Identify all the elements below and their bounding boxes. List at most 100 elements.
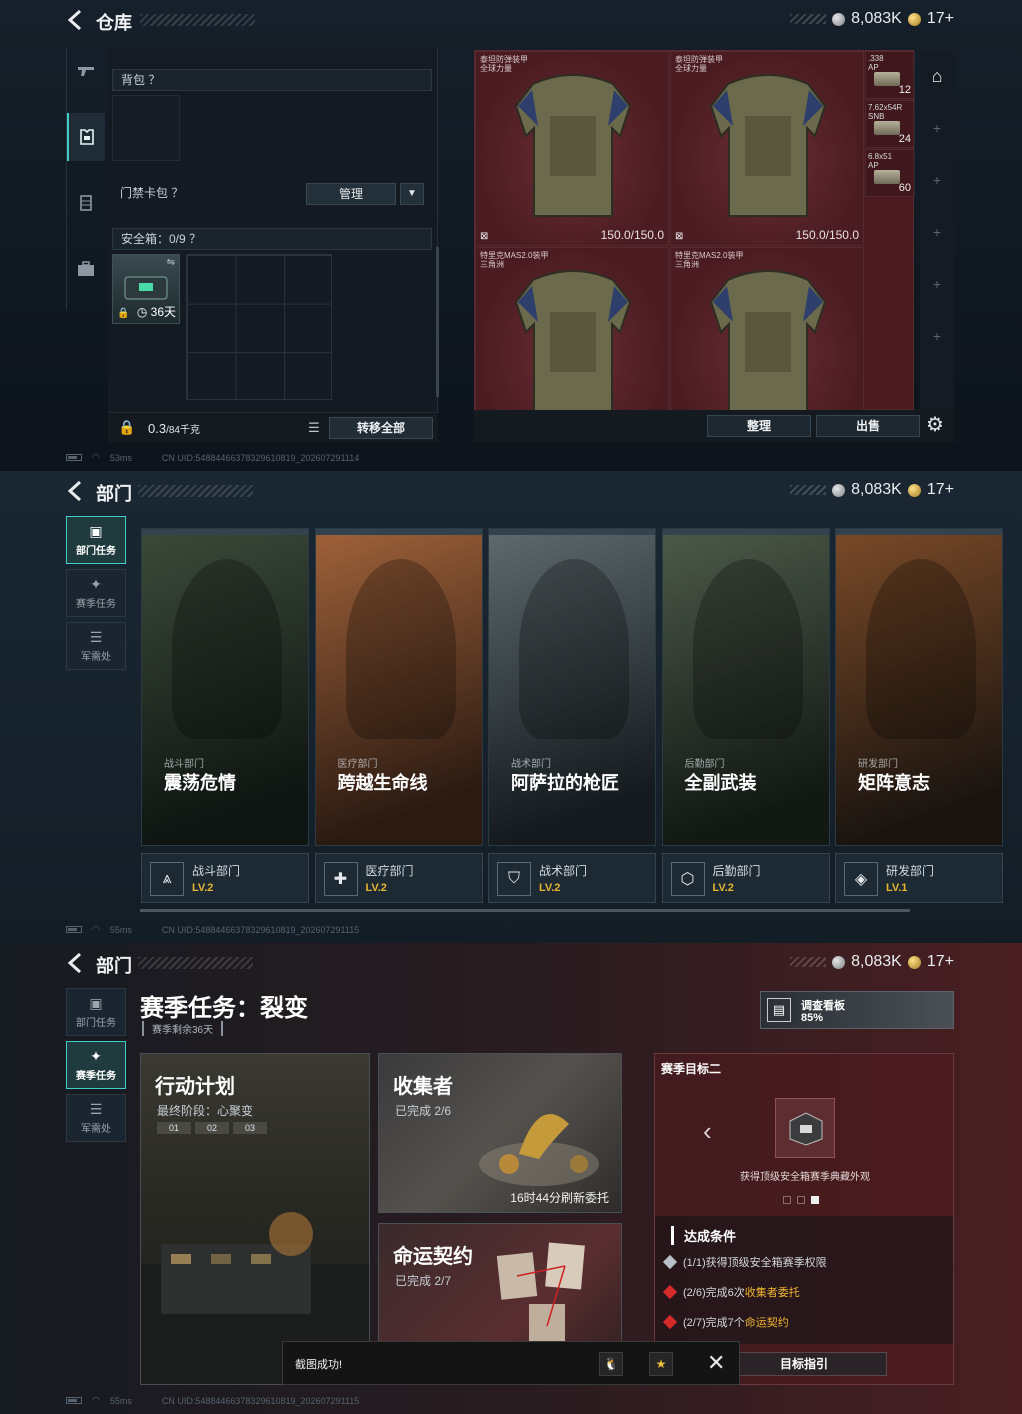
department-task-name: 震荡危情 [164,773,236,793]
ammo-box-icon [874,72,900,86]
gold-amount[interactable]: 17+ [927,953,954,971]
chevron-down-icon[interactable]: ▼ [400,183,424,205]
task-card-collector[interactable]: 收集者 已完成 2/6 16时44分刷新委托 [378,1053,622,1213]
armor-cell[interactable]: 泰坦防弹装甲 全球力量 150.0/150.0 ⊠ [475,51,669,246]
department-subtitle: 后勤部门 [684,759,725,770]
reward-item[interactable] [775,1098,835,1158]
nav-task[interactable]: ▣ 部门任务 [66,516,126,564]
card-header-strip [142,529,308,535]
department-info[interactable]: ✚ 医疗部门 LV.2 [314,853,483,903]
gold-amount[interactable]: 17+ [927,481,954,499]
pager-dot-active[interactable] [811,1196,819,1204]
nav-season[interactable]: ✦ 赛季任务 [66,569,126,617]
horizontal-scrollbar[interactable] [140,909,910,912]
rail-gun-icon[interactable] [67,47,105,95]
ammo-count: 12 [898,84,911,96]
close-icon[interactable]: ✕ [707,1350,725,1376]
pager-dot[interactable] [797,1196,805,1204]
armor-brand: 三角洲 [675,260,699,269]
department-info[interactable]: ◈ 研发部门 LV.1 [835,853,1003,903]
gold-coin-icon [907,955,921,969]
stash-page-add-icon-5[interactable]: + [920,328,954,344]
nav-label: 赛季任务 [76,1071,116,1082]
rail-armor-icon[interactable] [67,113,105,161]
department-task-name: 阿萨拉的枪匠 [511,773,619,793]
department-nav: ▣ 部门任务 ✦ 赛季任务 ☰ 军需处 [66,988,126,1147]
sell-button[interactable]: 出售 [816,415,920,437]
safebox-icon [124,276,168,300]
condition-row: (1/1)获得顶级安全箱赛季权限 [662,1254,827,1270]
department-level: LV.1 [886,882,908,894]
nav-supply[interactable]: ☰ 军需处 [66,1094,126,1142]
ammo-item[interactable]: 7.62x54R SNB 24 [865,100,915,148]
armor-cell[interactable]: 泰坦防弹装甲 全球力量 150.0/150.0 ⊠ [670,51,864,246]
department-card[interactable]: 战斗部门 震荡危情 [141,528,309,846]
ammo-item[interactable]: 6.8x51 AP 60 [865,149,915,197]
department-info[interactable]: ⛉ 战术部门 LV.2 [488,853,656,903]
season-remaining: 赛季剩余36天 [142,1021,224,1036]
sort-button[interactable]: 整理 [707,415,811,437]
backpack-slot[interactable] [112,95,180,161]
nav-task[interactable]: ▣ 部门任务 [66,988,126,1036]
backpack-header[interactable]: 背包 ？ [112,69,432,91]
inventory-panel: 背包 ？ 门禁卡包 ？ 管理 ▼ 安全箱：0/9 ？ ⇋ 🔒 ◷ 36天 [108,47,439,412]
department-card[interactable]: 研发部门 矩阵意志 [835,528,1003,846]
page-title: 部门 [96,484,132,504]
silver-amount: 8,083K [851,953,902,970]
department-name: 研发部门 [886,864,935,878]
stash-home-icon[interactable]: ⌂ [920,66,954,87]
weight-display: 0.3/84千克 [148,421,200,436]
stash-page-add-icon-4[interactable]: + [920,276,954,292]
departments-screen: 部门 8,083K 17+ ▣ 部门任务 ✦ 赛季任务 ☰ 军需处 ◠ 55ms CN U… [0,471,1022,943]
manage-button[interactable]: 管理 [306,183,396,205]
list-view-icon[interactable]: ☰ [303,417,325,439]
settings-gear-icon[interactable]: ⚙ [926,412,944,437]
task-card-operation-plan[interactable]: 行动计划 最终阶段：心聚变 01 02 03 [140,1053,370,1385]
department-card[interactable]: 医疗部门 跨越生命线 [314,528,483,846]
inventory-scrollbar[interactable] [436,247,439,397]
board-title: 调查看板 [801,1000,845,1012]
department-info[interactable]: ⬡ 后勤部门 LV.2 [661,853,830,903]
department-subtitle: 医疗部门 [337,759,378,770]
department-info[interactable]: ⩓ 战斗部门 LV.2 [141,853,309,903]
department-subtitle: 研发部门 [858,759,898,770]
keycard-header[interactable]: 门禁卡包 ？ [112,183,302,205]
safebox-header[interactable]: 安全箱：0/9 ？ [112,228,432,250]
nav-supply[interactable]: ☰ 军需处 [66,622,126,670]
ammo-caliber: 7.62x54R [868,103,903,112]
armor-name: 特里克MAS2.0装甲 [675,251,744,260]
share-qq-icon[interactable]: 🐧 [599,1352,623,1376]
battery-icon [66,1397,82,1404]
chevron-left-icon[interactable]: ‹ [703,1116,712,1147]
nav-season[interactable]: ✦ 赛季任务 [66,1041,126,1089]
department-card[interactable]: 战术部门 阿萨拉的枪匠 [488,528,656,846]
alert-diamond-icon [662,1284,678,1300]
weight-lock-icon: 🔒 [118,419,136,435]
transfer-all-button[interactable]: 转移全部 [329,417,433,439]
investigation-board-button[interactable]: ▤ 调查看板 85% [760,991,954,1029]
back-arrow-icon[interactable] [66,952,86,974]
star-icon[interactable]: ★ [649,1352,673,1376]
task-icon: ▣ [89,523,103,539]
armor-durability: 150.0/150.0 [795,228,859,242]
gold-amount[interactable]: 17+ [927,10,954,28]
back-arrow-icon[interactable] [66,9,86,31]
ammo-item[interactable]: .338 AP 12 [865,51,915,99]
safebox-grid[interactable] [186,254,332,400]
pager-dot[interactable] [783,1196,791,1204]
safebox-item[interactable]: ⇋ 🔒 ◷ 36天 [112,254,180,324]
stash-page-add-icon[interactable]: + [920,120,954,136]
back-arrow-icon[interactable] [66,480,86,502]
stash-page-add-icon-2[interactable]: + [920,172,954,188]
armor-vest-icon [514,270,632,413]
goal-guide-button[interactable]: 目标指引 [721,1352,887,1376]
rail-vest-icon[interactable] [67,179,105,227]
operator-portrait [172,559,282,739]
durability-icon: ⊠ [480,231,489,242]
armor-vest-icon [709,270,827,413]
stash-page-add-icon-3[interactable]: + [920,224,954,240]
currency-display: 8,083K 17+ [790,481,954,499]
rail-briefcase-icon[interactable] [67,245,105,293]
department-card[interactable]: 后勤部门 全副武装 [661,528,830,846]
department-name: 后勤部门 [712,864,761,878]
